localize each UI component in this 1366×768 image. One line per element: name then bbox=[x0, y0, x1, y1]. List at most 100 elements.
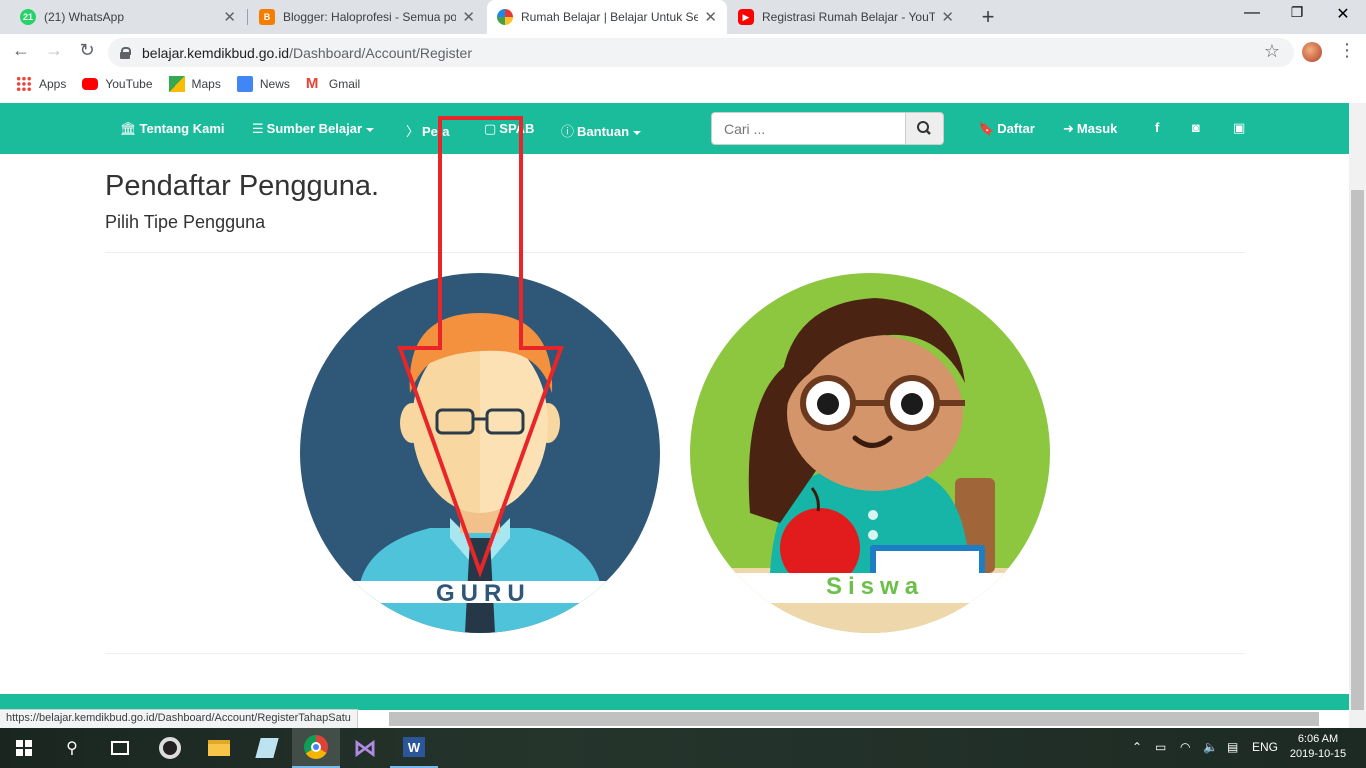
chevron-up-icon[interactable]: ⌃ bbox=[1132, 740, 1142, 754]
bookmark-icon: 🔖 bbox=[978, 121, 995, 136]
bookmark-label: YouTube bbox=[105, 77, 153, 91]
facebook-icon[interactable]: f bbox=[1155, 120, 1159, 135]
search-button[interactable] bbox=[905, 112, 944, 145]
teacher-illustration bbox=[300, 273, 660, 633]
minimize-button[interactable]: — bbox=[1237, 4, 1267, 22]
divider bbox=[105, 653, 1245, 654]
forward-button[interactable]: → bbox=[42, 40, 66, 61]
tab-title: Blogger: Haloprofesi - Semua po bbox=[283, 10, 457, 24]
bookmark-gmail[interactable]: M Gmail bbox=[306, 76, 360, 92]
list-icon: ☰ bbox=[252, 121, 264, 136]
nav-bantuan[interactable]: ⓘ Bantuan bbox=[561, 121, 642, 140]
nav-label: Sumber Belajar bbox=[266, 121, 363, 136]
tab-rumah-belajar[interactable]: Rumah Belajar | Belajar Untuk Se ✕ bbox=[487, 0, 727, 34]
bookmark-news[interactable]: News bbox=[236, 76, 290, 92]
task-view-glyph bbox=[111, 741, 129, 755]
nav-tentang-kami[interactable]: 🏛 Tentang Kami bbox=[120, 121, 225, 137]
windows-logo-icon bbox=[16, 740, 32, 756]
file-explorer-icon[interactable] bbox=[195, 728, 243, 768]
battery-icon[interactable]: ▭ bbox=[1155, 740, 1166, 754]
notification-icon[interactable]: ▤ bbox=[1227, 740, 1238, 754]
bookmark-label: Maps bbox=[191, 77, 221, 91]
close-tab-icon[interactable]: ✕ bbox=[462, 8, 475, 26]
search-icon[interactable]: ⚲ bbox=[48, 728, 96, 768]
gmail-icon: M bbox=[305, 75, 319, 92]
nav-masuk[interactable]: ➜ Masuk bbox=[1063, 121, 1117, 137]
windows-taskbar: ⚲ ⋈ W ⌃ ▭ ◠ 🔈 ▤ ENG 6:06 AM 2019-10-15 bbox=[0, 728, 1366, 768]
caret-down-icon bbox=[633, 130, 642, 135]
square-icon: ▢ bbox=[484, 121, 497, 136]
bookmark-maps[interactable]: Maps bbox=[168, 76, 221, 92]
guru-card[interactable]: GURU bbox=[300, 273, 660, 633]
site-footer bbox=[0, 694, 1349, 710]
divider bbox=[105, 252, 1245, 253]
bookmark-label: News bbox=[259, 77, 290, 91]
guru-label: GURU bbox=[436, 580, 531, 607]
language-indicator[interactable]: ENG bbox=[1252, 740, 1278, 754]
siswa-card[interactable]: Siswa bbox=[690, 273, 1050, 633]
tab-blogger[interactable]: B Blogger: Haloprofesi - Semua po ✕ bbox=[249, 0, 485, 34]
site-navbar: 🏛 Tentang Kami ☰ Sumber Belajar 〉 Peta ▢ SPA… bbox=[0, 103, 1349, 154]
siswa-label: Siswa bbox=[826, 573, 925, 600]
close-tab-icon[interactable]: ✕ bbox=[223, 8, 236, 26]
tab-title: Rumah Belajar | Belajar Untuk Se bbox=[521, 10, 699, 24]
nav-daftar[interactable]: 🔖 Daftar bbox=[978, 121, 1035, 137]
chrome-taskbar-icon[interactable] bbox=[292, 728, 340, 768]
bookmarks-bar: Apps YouTube Maps News M Gmail bbox=[0, 70, 1366, 98]
sign-in-icon: ➜ bbox=[1063, 121, 1074, 136]
restore-button[interactable]: ❐ bbox=[1282, 4, 1312, 21]
back-button[interactable]: ← bbox=[9, 40, 33, 61]
nav-sumber-belajar[interactable]: ☰ Sumber Belajar bbox=[252, 121, 375, 137]
nav-label: Bantuan bbox=[577, 124, 630, 139]
bookmark-apps[interactable]: Apps bbox=[16, 76, 66, 92]
close-tab-icon[interactable]: ✕ bbox=[941, 8, 954, 26]
chrome-logo-center bbox=[311, 742, 321, 752]
instagram-icon[interactable]: ◙ bbox=[1192, 120, 1200, 135]
start-button[interactable] bbox=[0, 728, 48, 768]
apps-grid-icon bbox=[16, 76, 32, 92]
tab-youtube[interactable]: ▶ Registrasi Rumah Belajar - YouTu ✕ bbox=[728, 0, 964, 34]
system-clock[interactable]: 6:06 AM 2019-10-15 bbox=[1288, 732, 1348, 762]
wifi-icon[interactable]: ◠ bbox=[1180, 740, 1190, 754]
profile-avatar[interactable] bbox=[1302, 42, 1322, 62]
rumah-belajar-icon bbox=[497, 9, 513, 25]
lock-icon bbox=[120, 46, 131, 59]
tab-strip: 21 (21) WhatsApp ✕ B Blogger: Haloprofes… bbox=[0, 0, 1366, 34]
address-bar[interactable]: belajar.kemdikbud.go.id/Dashboard/Accoun… bbox=[108, 38, 1294, 67]
url-host: belajar.kemdikbud.go.id bbox=[142, 44, 290, 61]
bookmark-youtube[interactable]: YouTube bbox=[82, 77, 153, 91]
camera-glyph bbox=[159, 737, 181, 759]
chrome-menu-icon[interactable]: ⋮ bbox=[1338, 40, 1356, 61]
horizontal-scrollbar[interactable] bbox=[389, 712, 1319, 726]
nav-label: Peta bbox=[422, 124, 450, 139]
youtube-icon bbox=[82, 78, 99, 90]
youtube-icon[interactable]: ▣ bbox=[1233, 120, 1245, 136]
vs-glyph: ⋈ bbox=[353, 734, 377, 762]
word-icon[interactable]: W bbox=[390, 728, 438, 768]
close-tab-icon[interactable]: ✕ bbox=[704, 8, 717, 26]
search-input[interactable] bbox=[711, 112, 906, 145]
nav-label: Tentang Kami bbox=[139, 121, 225, 136]
nav-spab[interactable]: ▢ SPAB bbox=[484, 121, 534, 137]
link-status-bubble: https://belajar.kemdikbud.go.id/Dashboar… bbox=[0, 709, 358, 728]
nav-peta[interactable]: 〉 Peta bbox=[406, 121, 449, 140]
reload-button[interactable]: ↻ bbox=[75, 40, 99, 61]
task-view-icon[interactable] bbox=[96, 728, 144, 768]
volume-icon[interactable]: 🔈 bbox=[1203, 740, 1218, 754]
new-tab-button[interactable]: + bbox=[976, 4, 1000, 30]
caret-down-icon bbox=[366, 127, 375, 132]
bookmark-label: Gmail bbox=[328, 77, 361, 91]
page-title: Pendaftar Pengguna. bbox=[105, 170, 380, 202]
nav-label: Daftar bbox=[997, 121, 1035, 136]
search-icon bbox=[917, 121, 931, 135]
visual-studio-icon[interactable]: ⋈ bbox=[341, 728, 389, 768]
tab-whatsapp[interactable]: 21 (21) WhatsApp ✕ bbox=[10, 0, 246, 34]
notes-app-icon[interactable] bbox=[243, 728, 291, 768]
vertical-scrollbar-thumb[interactable] bbox=[1351, 190, 1364, 710]
camera-app-icon[interactable] bbox=[146, 728, 194, 768]
bookmark-star-icon[interactable]: ☆ bbox=[1264, 41, 1280, 62]
nav-label: Masuk bbox=[1076, 121, 1118, 136]
clock-date: 2019-10-15 bbox=[1289, 748, 1347, 760]
close-window-button[interactable]: ✕ bbox=[1328, 4, 1358, 24]
news-icon bbox=[236, 76, 253, 92]
